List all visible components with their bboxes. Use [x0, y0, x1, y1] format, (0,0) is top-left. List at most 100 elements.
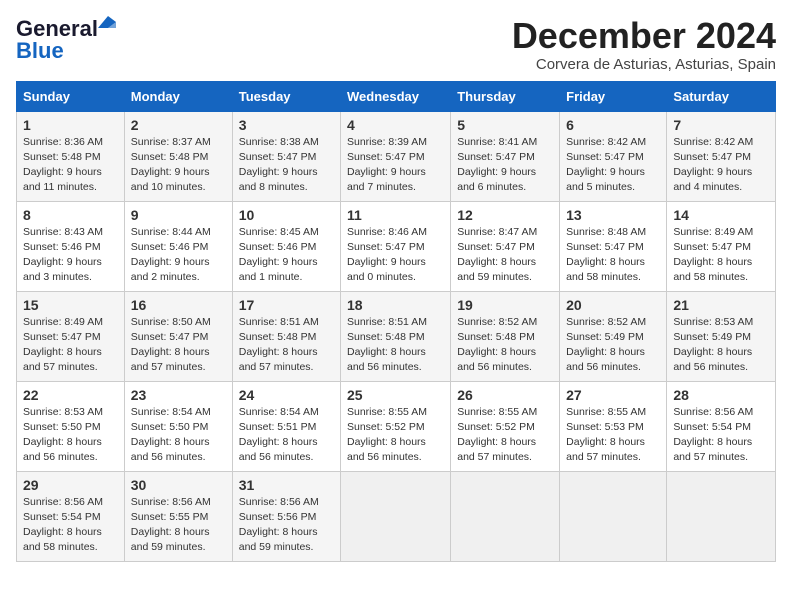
day-info: Sunrise: 8:56 AMSunset: 5:54 PMDaylight:… [673, 406, 753, 464]
day-number: 12 [457, 207, 553, 223]
calendar-cell: 14 Sunrise: 8:49 AMSunset: 5:47 PMDaylig… [667, 201, 776, 291]
day-info: Sunrise: 8:55 AMSunset: 5:53 PMDaylight:… [566, 406, 646, 464]
calendar-cell: 16 Sunrise: 8:50 AMSunset: 5:47 PMDaylig… [124, 291, 232, 381]
calendar-cell: 30 Sunrise: 8:56 AMSunset: 5:55 PMDaylig… [124, 471, 232, 561]
day-info: Sunrise: 8:36 AMSunset: 5:48 PMDaylight:… [23, 136, 103, 194]
week-row-1: 1 Sunrise: 8:36 AMSunset: 5:48 PMDayligh… [17, 111, 776, 201]
weekday-header-friday: Friday [560, 81, 667, 111]
day-number: 6 [566, 117, 660, 133]
day-info: Sunrise: 8:49 AMSunset: 5:47 PMDaylight:… [673, 226, 753, 284]
calendar-cell: 1 Sunrise: 8:36 AMSunset: 5:48 PMDayligh… [17, 111, 125, 201]
calendar-cell: 29 Sunrise: 8:56 AMSunset: 5:54 PMDaylig… [17, 471, 125, 561]
week-row-5: 29 Sunrise: 8:56 AMSunset: 5:54 PMDaylig… [17, 471, 776, 561]
day-info: Sunrise: 8:48 AMSunset: 5:47 PMDaylight:… [566, 226, 646, 284]
day-number: 15 [23, 297, 118, 313]
weekday-header-sunday: Sunday [17, 81, 125, 111]
calendar-cell: 2 Sunrise: 8:37 AMSunset: 5:48 PMDayligh… [124, 111, 232, 201]
day-number: 14 [673, 207, 769, 223]
weekday-header-thursday: Thursday [451, 81, 560, 111]
day-info: Sunrise: 8:39 AMSunset: 5:47 PMDaylight:… [347, 136, 427, 194]
calendar-cell: 27 Sunrise: 8:55 AMSunset: 5:53 PMDaylig… [560, 381, 667, 471]
day-info: Sunrise: 8:54 AMSunset: 5:50 PMDaylight:… [131, 406, 211, 464]
week-row-2: 8 Sunrise: 8:43 AMSunset: 5:46 PMDayligh… [17, 201, 776, 291]
calendar-cell: 26 Sunrise: 8:55 AMSunset: 5:52 PMDaylig… [451, 381, 560, 471]
weekday-header-saturday: Saturday [667, 81, 776, 111]
day-number: 17 [239, 297, 334, 313]
day-number: 4 [347, 117, 444, 133]
day-number: 26 [457, 387, 553, 403]
calendar-cell: 31 Sunrise: 8:56 AMSunset: 5:56 PMDaylig… [232, 471, 340, 561]
calendar-cell: 21 Sunrise: 8:53 AMSunset: 5:49 PMDaylig… [667, 291, 776, 381]
day-info: Sunrise: 8:50 AMSunset: 5:47 PMDaylight:… [131, 316, 211, 374]
calendar-cell: 10 Sunrise: 8:45 AMSunset: 5:46 PMDaylig… [232, 201, 340, 291]
day-number: 10 [239, 207, 334, 223]
day-info: Sunrise: 8:54 AMSunset: 5:51 PMDaylight:… [239, 406, 319, 464]
day-number: 13 [566, 207, 660, 223]
day-info: Sunrise: 8:47 AMSunset: 5:47 PMDaylight:… [457, 226, 537, 284]
day-number: 16 [131, 297, 226, 313]
calendar-table: SundayMondayTuesdayWednesdayThursdayFrid… [16, 81, 776, 562]
day-info: Sunrise: 8:55 AMSunset: 5:52 PMDaylight:… [457, 406, 537, 464]
calendar-cell: 28 Sunrise: 8:56 AMSunset: 5:54 PMDaylig… [667, 381, 776, 471]
week-row-4: 22 Sunrise: 8:53 AMSunset: 5:50 PMDaylig… [17, 381, 776, 471]
calendar-cell: 18 Sunrise: 8:51 AMSunset: 5:48 PMDaylig… [341, 291, 451, 381]
calendar-cell [341, 471, 451, 561]
calendar-cell: 17 Sunrise: 8:51 AMSunset: 5:48 PMDaylig… [232, 291, 340, 381]
calendar-cell: 24 Sunrise: 8:54 AMSunset: 5:51 PMDaylig… [232, 381, 340, 471]
logo: General Blue [16, 16, 98, 64]
weekday-header-tuesday: Tuesday [232, 81, 340, 111]
day-number: 9 [131, 207, 226, 223]
calendar-cell [667, 471, 776, 561]
day-number: 21 [673, 297, 769, 313]
page-header: General Blue December 2024 Corvera de As… [16, 16, 776, 73]
day-number: 25 [347, 387, 444, 403]
calendar-cell [451, 471, 560, 561]
day-number: 5 [457, 117, 553, 133]
calendar-cell: 15 Sunrise: 8:49 AMSunset: 5:47 PMDaylig… [17, 291, 125, 381]
day-info: Sunrise: 8:43 AMSunset: 5:46 PMDaylight:… [23, 226, 103, 284]
day-info: Sunrise: 8:49 AMSunset: 5:47 PMDaylight:… [23, 316, 103, 374]
weekday-header-monday: Monday [124, 81, 232, 111]
day-number: 20 [566, 297, 660, 313]
calendar-cell: 5 Sunrise: 8:41 AMSunset: 5:47 PMDayligh… [451, 111, 560, 201]
day-info: Sunrise: 8:52 AMSunset: 5:49 PMDaylight:… [566, 316, 646, 374]
calendar-cell: 3 Sunrise: 8:38 AMSunset: 5:47 PMDayligh… [232, 111, 340, 201]
day-number: 27 [566, 387, 660, 403]
day-info: Sunrise: 8:51 AMSunset: 5:48 PMDaylight:… [347, 316, 427, 374]
day-number: 18 [347, 297, 444, 313]
day-info: Sunrise: 8:45 AMSunset: 5:46 PMDaylight:… [239, 226, 319, 284]
location: Corvera de Asturias, Asturias, Spain [512, 56, 776, 73]
day-number: 30 [131, 477, 226, 493]
day-info: Sunrise: 8:56 AMSunset: 5:56 PMDaylight:… [239, 496, 319, 554]
day-number: 24 [239, 387, 334, 403]
calendar-cell: 11 Sunrise: 8:46 AMSunset: 5:47 PMDaylig… [341, 201, 451, 291]
weekday-header-wednesday: Wednesday [341, 81, 451, 111]
calendar-cell: 19 Sunrise: 8:52 AMSunset: 5:48 PMDaylig… [451, 291, 560, 381]
day-number: 8 [23, 207, 118, 223]
day-number: 23 [131, 387, 226, 403]
day-number: 31 [239, 477, 334, 493]
calendar-cell: 4 Sunrise: 8:39 AMSunset: 5:47 PMDayligh… [341, 111, 451, 201]
day-info: Sunrise: 8:53 AMSunset: 5:49 PMDaylight:… [673, 316, 753, 374]
day-info: Sunrise: 8:56 AMSunset: 5:54 PMDaylight:… [23, 496, 103, 554]
day-info: Sunrise: 8:41 AMSunset: 5:47 PMDaylight:… [457, 136, 537, 194]
day-number: 22 [23, 387, 118, 403]
day-info: Sunrise: 8:55 AMSunset: 5:52 PMDaylight:… [347, 406, 427, 464]
logo-general: General [16, 16, 98, 41]
day-number: 11 [347, 207, 444, 223]
calendar-cell [560, 471, 667, 561]
calendar-cell: 12 Sunrise: 8:47 AMSunset: 5:47 PMDaylig… [451, 201, 560, 291]
day-number: 3 [239, 117, 334, 133]
day-info: Sunrise: 8:37 AMSunset: 5:48 PMDaylight:… [131, 136, 211, 194]
week-row-3: 15 Sunrise: 8:49 AMSunset: 5:47 PMDaylig… [17, 291, 776, 381]
calendar-cell: 9 Sunrise: 8:44 AMSunset: 5:46 PMDayligh… [124, 201, 232, 291]
day-info: Sunrise: 8:42 AMSunset: 5:47 PMDaylight:… [673, 136, 753, 194]
day-info: Sunrise: 8:53 AMSunset: 5:50 PMDaylight:… [23, 406, 103, 464]
day-info: Sunrise: 8:51 AMSunset: 5:48 PMDaylight:… [239, 316, 319, 374]
day-number: 28 [673, 387, 769, 403]
day-info: Sunrise: 8:38 AMSunset: 5:47 PMDaylight:… [239, 136, 319, 194]
day-number: 1 [23, 117, 118, 133]
calendar-cell: 23 Sunrise: 8:54 AMSunset: 5:50 PMDaylig… [124, 381, 232, 471]
month-title: December 2024 [512, 16, 776, 56]
day-info: Sunrise: 8:44 AMSunset: 5:46 PMDaylight:… [131, 226, 211, 284]
